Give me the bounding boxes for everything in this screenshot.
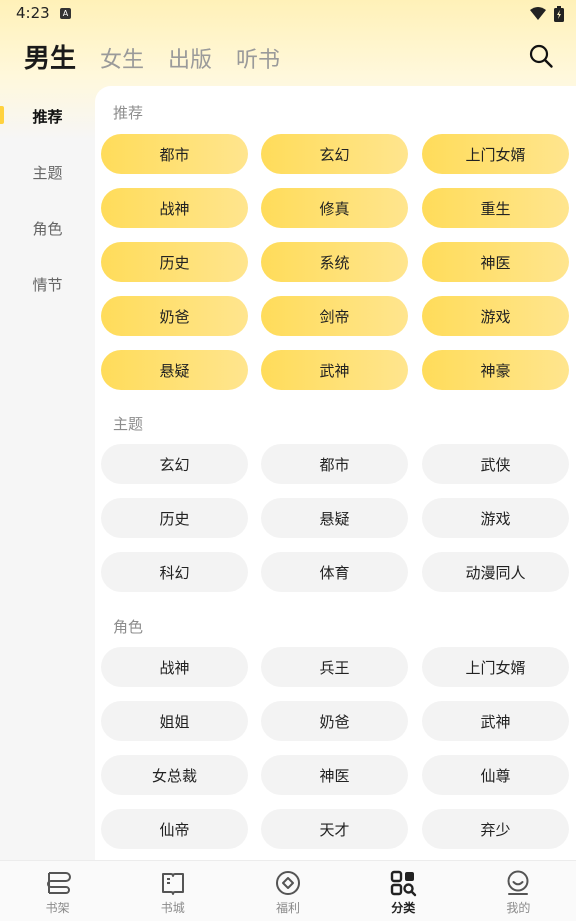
sidebar-item-recommend[interactable]: 推荐: [0, 88, 95, 144]
tag-chip[interactable]: 玄幻: [261, 134, 408, 174]
tab-male[interactable]: 男生: [24, 38, 76, 75]
wifi-icon: [530, 7, 546, 20]
welfare-icon: [276, 871, 300, 895]
tag-chip[interactable]: 修真: [261, 188, 408, 228]
tag-chip[interactable]: 上门女婿: [422, 134, 569, 174]
tag-chip[interactable]: 系统: [261, 242, 408, 282]
tag-chip[interactable]: 体育: [261, 552, 408, 592]
bottom-nav: 书架 书城 福利 分类 我的: [0, 860, 576, 921]
tag-chip[interactable]: 奶爸: [101, 296, 248, 336]
tab-audiobook[interactable]: 听书: [236, 42, 280, 74]
tag-chip[interactable]: 历史: [101, 498, 248, 538]
sidebar-item-theme[interactable]: 主题: [0, 144, 95, 200]
book-city-icon: [161, 873, 184, 895]
tag-chip[interactable]: 神医: [422, 242, 569, 282]
sidebar-item-role[interactable]: 角色: [0, 200, 95, 256]
tag-chip[interactable]: 悬疑: [261, 498, 408, 538]
tag-chip[interactable]: 兵王: [261, 647, 408, 687]
tag-chip[interactable]: 奶爸: [261, 701, 408, 741]
tag-chip[interactable]: 游戏: [422, 296, 569, 336]
nav-label: 书架: [45, 901, 70, 915]
nav-label: 我的: [506, 901, 531, 915]
tag-panel: 推荐 都市 玄幻 上门女婿 战神 修真 重生 历史 系统 神医 奶爸 剑帝 游戏…: [95, 86, 576, 860]
nav-item-book-city[interactable]: 书城: [115, 861, 230, 921]
tag-chip[interactable]: 仙尊: [422, 755, 569, 795]
status-time: 4:23: [16, 4, 50, 22]
tab-published[interactable]: 出版: [168, 42, 212, 74]
tag-chip[interactable]: 上门女婿: [422, 647, 569, 687]
tag-chip[interactable]: 姐姐: [101, 701, 248, 741]
nav-label: 分类: [391, 901, 416, 915]
nav-item-profile[interactable]: 我的: [461, 861, 576, 921]
status-bar: 4:23 A: [0, 0, 576, 28]
category-icon: [391, 870, 417, 897]
tag-chip[interactable]: 神医: [261, 755, 408, 795]
tag-chip[interactable]: 战神: [101, 647, 248, 687]
nav-item-welfare[interactable]: 福利: [230, 861, 345, 921]
tab-female[interactable]: 女生: [100, 42, 144, 74]
tag-chip[interactable]: 动漫同人: [422, 552, 569, 592]
nav-item-bookshelf[interactable]: 书架: [0, 861, 115, 921]
section-title-recommend: 推荐: [113, 104, 144, 122]
section-title-theme: 主题: [113, 415, 144, 433]
tag-chip[interactable]: 玄幻: [101, 444, 248, 484]
nav-label: 书城: [160, 901, 185, 915]
top-tabs: 男生 女生 出版 听书: [24, 38, 280, 75]
status-icons: [530, 6, 564, 22]
tag-chip[interactable]: 天才: [261, 809, 408, 849]
tag-chip[interactable]: 武侠: [422, 444, 569, 484]
bookshelf-icon: [46, 872, 71, 894]
tag-chip[interactable]: 都市: [101, 134, 248, 174]
tag-chip[interactable]: 剑帝: [261, 296, 408, 336]
category-sidebar: 推荐 主题 角色 情节: [0, 88, 95, 312]
tag-chip[interactable]: 武神: [422, 701, 569, 741]
profile-icon: [507, 870, 529, 895]
battery-icon: [554, 6, 564, 22]
tag-chip[interactable]: 武神: [261, 350, 408, 390]
tag-chip[interactable]: 战神: [101, 188, 248, 228]
sidebar-item-plot[interactable]: 情节: [0, 256, 95, 312]
tag-chip[interactable]: 女总裁: [101, 755, 248, 795]
nav-item-category[interactable]: 分类: [346, 861, 461, 921]
section-title-role: 角色: [113, 618, 144, 636]
tag-chip[interactable]: 悬疑: [101, 350, 248, 390]
tag-chip[interactable]: 都市: [261, 444, 408, 484]
nav-label: 福利: [276, 901, 301, 915]
tag-chip[interactable]: 重生: [422, 188, 569, 228]
tag-chip[interactable]: 神豪: [422, 350, 569, 390]
tag-chip[interactable]: 历史: [101, 242, 248, 282]
tag-chip[interactable]: 科幻: [101, 552, 248, 592]
notification-a-icon: A: [60, 8, 71, 19]
tag-chip[interactable]: 仙帝: [101, 809, 248, 849]
tag-chip[interactable]: 游戏: [422, 498, 569, 538]
search-icon[interactable]: [528, 43, 554, 69]
tag-chip[interactable]: 弃少: [422, 809, 569, 849]
